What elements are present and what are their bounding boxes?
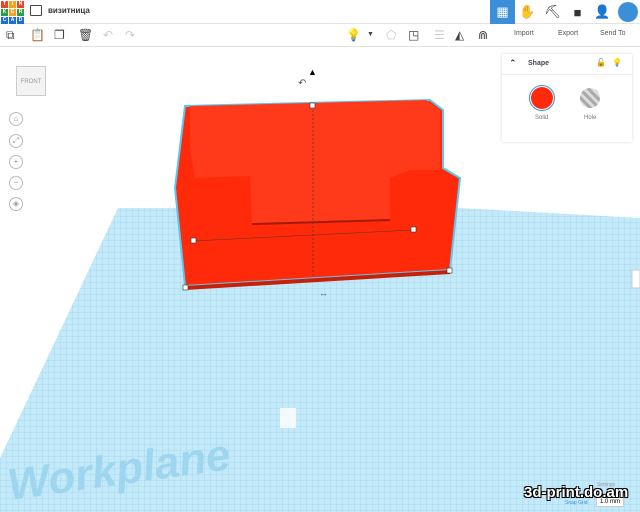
fit-view-icon[interactable]: ⤢ <box>9 134 23 148</box>
watermark: 3d-print.do.am <box>524 484 629 501</box>
zoom-out-icon[interactable]: − <box>9 176 23 190</box>
home-view-icon[interactable]: ⌂ <box>9 112 23 126</box>
logo-letter: K <box>1 9 8 16</box>
magnet-icon[interactable]: ⋒ <box>478 28 488 42</box>
logo-letter: E <box>9 9 16 16</box>
collapse-chevron-icon[interactable]: ⌃ <box>509 58 517 69</box>
rotate-handle-bottom-icon[interactable]: ↔ <box>319 288 328 298</box>
ungroup-icon[interactable]: ◳ <box>408 28 419 42</box>
3d-view-grid-icon[interactable]: ▦ <box>490 0 515 24</box>
logo-letter: I <box>9 1 16 8</box>
toolbar: ⧉ 📋 ❐ 🗑 ↶ ↷ 💡 ▼ ⬠ ◳ ☰ ◭ ⋒ Import Export … <box>0 24 640 47</box>
pickaxe-icon[interactable]: ⛏ <box>540 0 565 24</box>
bricks-icon[interactable]: ■ <box>565 0 590 24</box>
paste-icon[interactable]: 📋 <box>30 28 45 42</box>
rotate-handle-icon[interactable]: ↶ <box>298 78 306 89</box>
zoom-in-icon[interactable]: + <box>9 155 23 169</box>
solid-label: Solid <box>535 115 549 121</box>
hole-button[interactable] <box>580 88 600 108</box>
hole-label: Hole <box>584 115 597 121</box>
logo-letter: A <box>9 17 16 24</box>
card-holder-shape[interactable] <box>173 98 462 291</box>
lift-arrow-icon[interactable]: ▲ <box>308 67 317 77</box>
align-icon[interactable]: ☰ <box>434 28 445 42</box>
design-list-icon[interactable] <box>30 5 42 16</box>
copy-icon[interactable]: ⧉ <box>6 28 15 43</box>
undo-icon[interactable]: ↶ <box>103 28 113 42</box>
avatar[interactable] <box>615 0 640 24</box>
panel-title: Shape <box>528 60 550 67</box>
blocks-hand-icon[interactable]: ✋ <box>515 0 540 24</box>
export-button[interactable]: Export <box>558 30 578 37</box>
lock-icon[interactable]: 🔓 <box>596 58 606 67</box>
logo-letter: T <box>1 1 8 8</box>
logo-letter: R <box>17 9 24 16</box>
tinkercad-logo[interactable]: TIN KER CAD <box>1 1 24 24</box>
solid-button[interactable] <box>531 87 553 109</box>
duplicate-icon[interactable]: ❐ <box>54 28 65 42</box>
logo-letter: C <box>1 17 8 24</box>
view-cube[interactable]: FRONT <box>16 66 46 96</box>
delete-icon[interactable]: 🗑 <box>78 28 93 42</box>
design-title[interactable]: визитница <box>48 6 90 15</box>
group-icon[interactable]: ⬠ <box>386 28 396 42</box>
top-bar: TIN KER CAD визитница ▦ ✋ ⛏ ■ 👤 <box>0 0 640 24</box>
logo-letter: D <box>17 17 24 24</box>
perspective-icon[interactable]: ◈ <box>9 197 23 211</box>
shape-panel: ⌃ Shape 🔓 💡 Solid Hole <box>502 54 632 142</box>
mirror-icon[interactable]: ◭ <box>455 28 464 42</box>
logo-letter: N <box>17 1 24 8</box>
redo-icon[interactable]: ↷ <box>125 28 135 42</box>
light-bulb-icon[interactable]: 💡 <box>612 58 622 67</box>
light-bulb-icon[interactable]: 💡 <box>346 28 361 42</box>
import-button[interactable]: Import <box>514 30 534 37</box>
add-user-icon[interactable]: 👤 <box>590 0 615 24</box>
chevron-down-icon[interactable]: ▼ <box>367 31 374 38</box>
send-to-button[interactable]: Send To <box>600 30 626 37</box>
